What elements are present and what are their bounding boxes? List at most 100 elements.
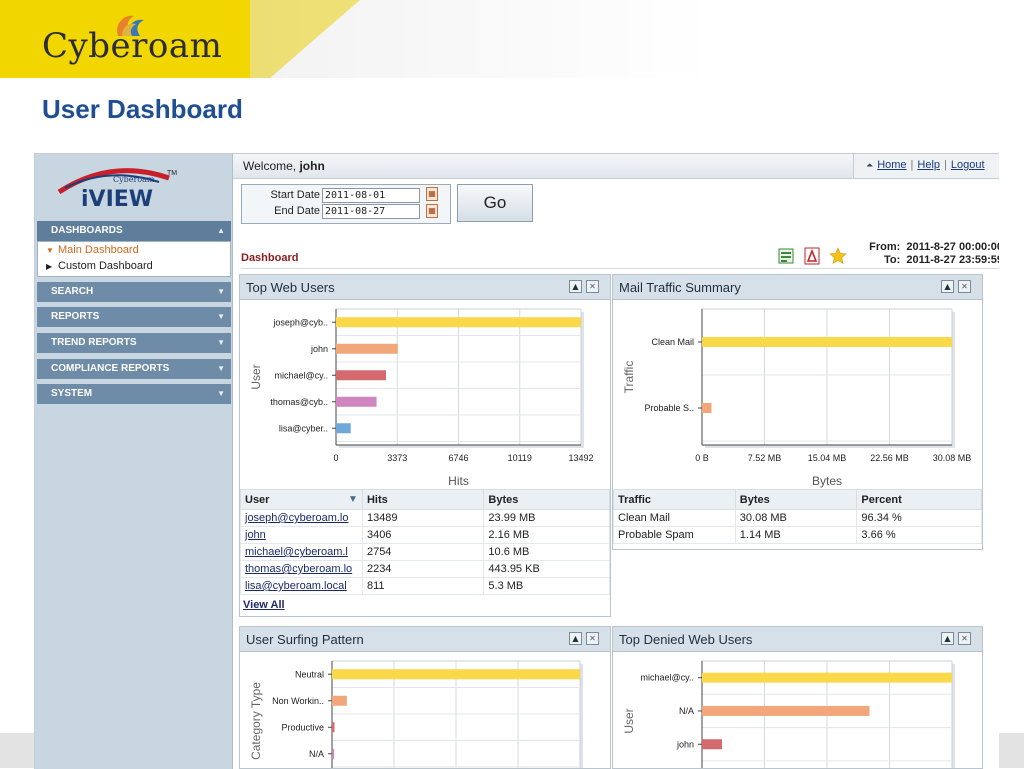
close-icon[interactable]: ✕ bbox=[958, 280, 971, 293]
chevron-down-icon: ▼ bbox=[217, 287, 225, 296]
category-label: john bbox=[676, 739, 694, 749]
sidebar-item-compliance-reports[interactable]: COMPLIANCE REPORTS ▼ bbox=[37, 359, 231, 379]
widget-title: Top Denied Web Users bbox=[619, 632, 753, 647]
column-header-bytes[interactable]: Bytes bbox=[483, 489, 610, 510]
sidebar-item-label: Main Dashboard bbox=[58, 244, 139, 256]
column-header-hits[interactable]: Hits bbox=[361, 489, 485, 510]
from-value: 2011-8-27 00:00:00 bbox=[906, 241, 999, 253]
minimize-icon[interactable]: ▲ bbox=[569, 280, 582, 293]
hits-cell: 13489 bbox=[361, 509, 485, 527]
start-date-label: Start Date bbox=[270, 189, 320, 201]
banner-fade bbox=[250, 0, 1024, 78]
to-line: To: 2011-8-27 23:59:59 bbox=[851, 254, 999, 267]
bar bbox=[332, 748, 334, 759]
minimize-icon[interactable]: ▲ bbox=[569, 632, 582, 645]
dashboard-header: Dashboard From: 2011-8-27 00:00:00 To: 2… bbox=[241, 240, 999, 269]
view-all-link[interactable]: View All bbox=[243, 599, 285, 611]
traffic-cell: Clean Mail bbox=[613, 509, 736, 527]
sidebar-item-dashboards[interactable]: DASHBOARDS ▲ bbox=[37, 221, 231, 241]
sidebar-item-custom-dashboard[interactable]: ▶ Custom Dashboard bbox=[46, 260, 153, 272]
percent-cell: 96.34 % bbox=[856, 509, 982, 527]
bar bbox=[332, 695, 347, 706]
cyberoam-logo-text: Cyberoam bbox=[42, 26, 223, 66]
bar bbox=[336, 317, 581, 328]
sidebar-item-label: DASHBOARDS bbox=[51, 225, 123, 236]
link-separator: | bbox=[944, 159, 947, 171]
tick-label: 0 B bbox=[695, 453, 709, 463]
top-web-users-chart: joseph@cyb.. john michael@cy.. thomas@cyb..… bbox=[249, 308, 594, 488]
welcome-prefix: Welcome, bbox=[243, 159, 300, 173]
widget-header: Mail Traffic Summary ▲ ✕ bbox=[613, 275, 982, 300]
mail-traffic-widget: Mail Traffic Summary ▲ ✕ Clean Mail Proba… bbox=[612, 274, 983, 550]
user-surfing-pattern-widget: User Surfing Pattern ▲ ✕ Neutral Non Work… bbox=[239, 626, 611, 769]
sidebar-item-main-dashboard[interactable]: ▼ Main Dashboard bbox=[46, 244, 139, 256]
category-label: michael@cy.. bbox=[641, 673, 694, 683]
close-icon[interactable]: ✕ bbox=[586, 632, 599, 645]
calendar-icon[interactable]: ▦ bbox=[426, 187, 438, 201]
end-date-input[interactable]: 2011-08-27 bbox=[322, 204, 420, 219]
widget-title: User Surfing Pattern bbox=[246, 632, 364, 647]
bytes-cell: 5.3 MB bbox=[483, 577, 610, 595]
pdf-export-icon[interactable] bbox=[803, 247, 821, 265]
category-label: Productive bbox=[281, 722, 324, 732]
chevron-down-icon: ▼ bbox=[217, 312, 225, 321]
user-link[interactable]: john bbox=[240, 526, 363, 544]
category-label: N/A bbox=[679, 706, 694, 716]
table-row: john 3406 2.16 MB bbox=[240, 526, 610, 544]
mail-traffic-table: Traffic Bytes Percent Clean Mail 30.08 MB… bbox=[613, 489, 982, 544]
filter-icon[interactable]: ▼ bbox=[348, 494, 358, 505]
column-header-label: User bbox=[245, 493, 270, 506]
column-header-bytes[interactable]: Bytes bbox=[734, 489, 858, 510]
category-label: joseph@cyb.. bbox=[272, 317, 328, 327]
column-header-traffic[interactable]: Traffic bbox=[613, 489, 736, 510]
go-button[interactable]: Go bbox=[457, 184, 533, 222]
tick-label: 7.52 MB bbox=[748, 453, 782, 463]
minimize-icon[interactable]: ▲ bbox=[941, 632, 954, 645]
top-web-users-widget: Top Web Users ▲ ✕ joseph@cyb.. john michae… bbox=[239, 274, 611, 617]
user-link[interactable]: joseph@cyberoam.lo bbox=[240, 509, 363, 527]
sidebar-item-reports[interactable]: REPORTS ▼ bbox=[37, 307, 231, 327]
help-link[interactable]: Help bbox=[917, 159, 940, 171]
table-header-row: Traffic Bytes Percent bbox=[613, 489, 982, 510]
bar bbox=[336, 343, 398, 354]
sidebar-item-system[interactable]: SYSTEM ▼ bbox=[37, 384, 231, 404]
sidebar-item-trend-reports[interactable]: TREND REPORTS ▼ bbox=[37, 333, 231, 353]
end-date-label: End Date bbox=[274, 205, 320, 217]
close-icon[interactable]: ✕ bbox=[958, 632, 971, 645]
top-denied-web-users-widget: Top Denied Web Users ▲ ✕ michael@cy.. N/A… bbox=[612, 626, 983, 769]
collapsed-arrow-icon: ▶ bbox=[46, 262, 53, 271]
close-icon[interactable]: ✕ bbox=[586, 280, 599, 293]
excel-export-icon[interactable] bbox=[777, 247, 795, 265]
minimize-icon[interactable]: ▲ bbox=[941, 280, 954, 293]
category-label: Non Workin.. bbox=[272, 696, 324, 706]
bar bbox=[702, 739, 722, 750]
user-link[interactable]: michael@cyberoam.l bbox=[240, 543, 363, 561]
tick-label: 10119 bbox=[508, 453, 532, 463]
column-header-percent[interactable]: Percent bbox=[856, 489, 982, 510]
calendar-icon[interactable]: ▦ bbox=[426, 204, 438, 218]
sidebar: Cyberoam TM iVIEW DASHBOARDS ▲ ▼ Main Das… bbox=[35, 154, 233, 769]
tick-label: 13492 bbox=[568, 453, 593, 463]
iview-logo-brand: Cyberoam bbox=[113, 175, 155, 184]
bar bbox=[336, 370, 387, 381]
table-row: Clean Mail 30.08 MB 96.34 % bbox=[613, 509, 982, 527]
category-label: Clean Mail bbox=[651, 337, 694, 347]
user-link[interactable]: lisa@cyberoam.local bbox=[240, 577, 363, 595]
home-link[interactable]: Home bbox=[877, 159, 906, 171]
logout-link[interactable]: Logout bbox=[951, 159, 985, 171]
column-header-user[interactable]: User ▼ bbox=[240, 489, 363, 510]
widget-header: Top Denied Web Users ▲ ✕ bbox=[613, 627, 982, 652]
dashboard-title: Dashboard bbox=[241, 252, 299, 264]
bookmark-star-icon[interactable] bbox=[829, 247, 847, 265]
user-link[interactable]: thomas@cyberoam.lo bbox=[240, 560, 363, 578]
start-date-input[interactable]: 2011-08-01 bbox=[322, 188, 420, 203]
welcome-text: Welcome, john bbox=[243, 159, 325, 173]
dashboards-submenu: ▼ Main Dashboard ▶ Custom Dashboard bbox=[37, 241, 231, 277]
sidebar-item-search[interactable]: SEARCH ▼ bbox=[37, 282, 231, 302]
home-icon: ⏶ bbox=[866, 160, 874, 170]
y-axis-title: Category Type bbox=[249, 682, 263, 760]
bar bbox=[336, 423, 351, 434]
widget-header: Top Web Users ▲ ✕ bbox=[240, 275, 610, 300]
iview-logo-product: iVIEW bbox=[81, 187, 153, 212]
expanded-arrow-icon: ▼ bbox=[46, 246, 54, 255]
